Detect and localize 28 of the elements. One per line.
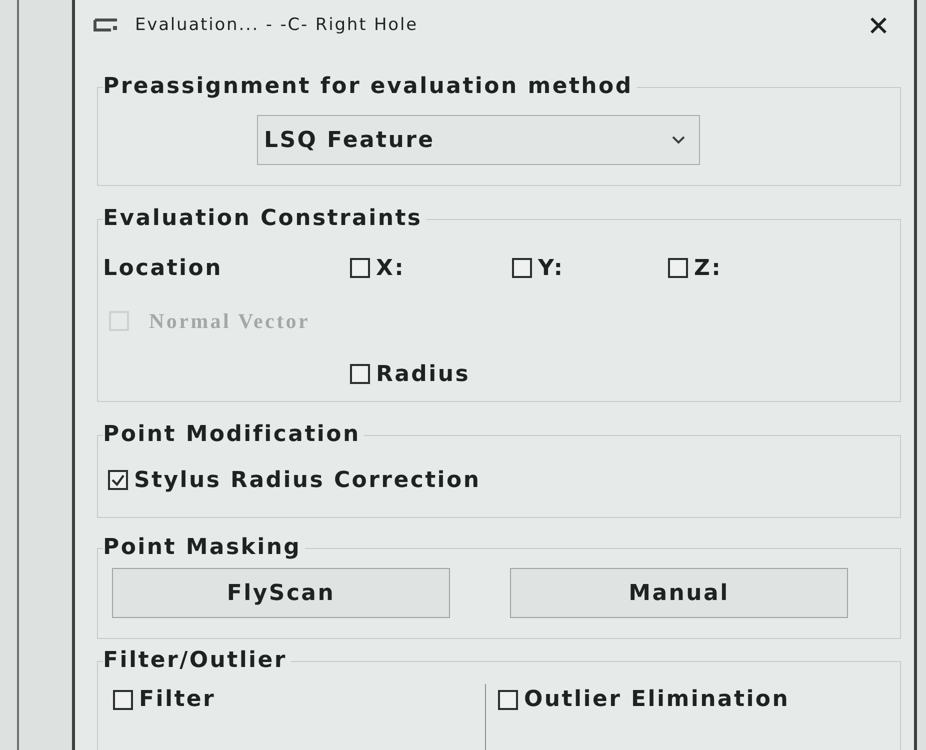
checkbox-label: Radius <box>376 362 470 386</box>
checkbox[interactable] <box>350 364 370 384</box>
checkbox-label: X: <box>376 256 406 280</box>
checkbox-label: Stylus Radius Correction <box>134 468 481 492</box>
checkbox-label: Filter <box>139 687 216 712</box>
section-title: Point Modification <box>103 423 362 447</box>
checkbox[interactable] <box>498 690 518 710</box>
checkbox[interactable] <box>668 258 688 278</box>
checkbox-label: Y: <box>538 256 564 280</box>
location-label: Location <box>103 256 224 280</box>
section-title: Evaluation Constraints <box>103 207 424 231</box>
chevron-down-icon <box>672 136 685 144</box>
section-title: Point Masking <box>103 536 302 560</box>
checkbox-label: Normal Vector <box>149 308 310 334</box>
method-dropdown[interactable]: LSQ Feature <box>257 115 700 165</box>
checkbox[interactable] <box>108 470 128 490</box>
window-title: Evaluation... - -C- Right Hole <box>135 15 418 35</box>
close-button[interactable] <box>870 16 887 34</box>
checkbox[interactable] <box>113 690 133 710</box>
section-title: Filter/Outlier <box>103 649 288 673</box>
section-title: Preassignment for evaluation method <box>103 75 634 99</box>
checkbox-label: Z: <box>694 256 722 280</box>
checkbox-label: Outlier Elimination <box>524 687 790 712</box>
masking-button[interactable]: Manual <box>510 568 848 618</box>
checkmark-icon <box>111 473 125 487</box>
checkbox[interactable] <box>350 258 370 278</box>
masking-button[interactable]: FlyScan <box>112 568 450 618</box>
checkbox[interactable] <box>512 258 532 278</box>
